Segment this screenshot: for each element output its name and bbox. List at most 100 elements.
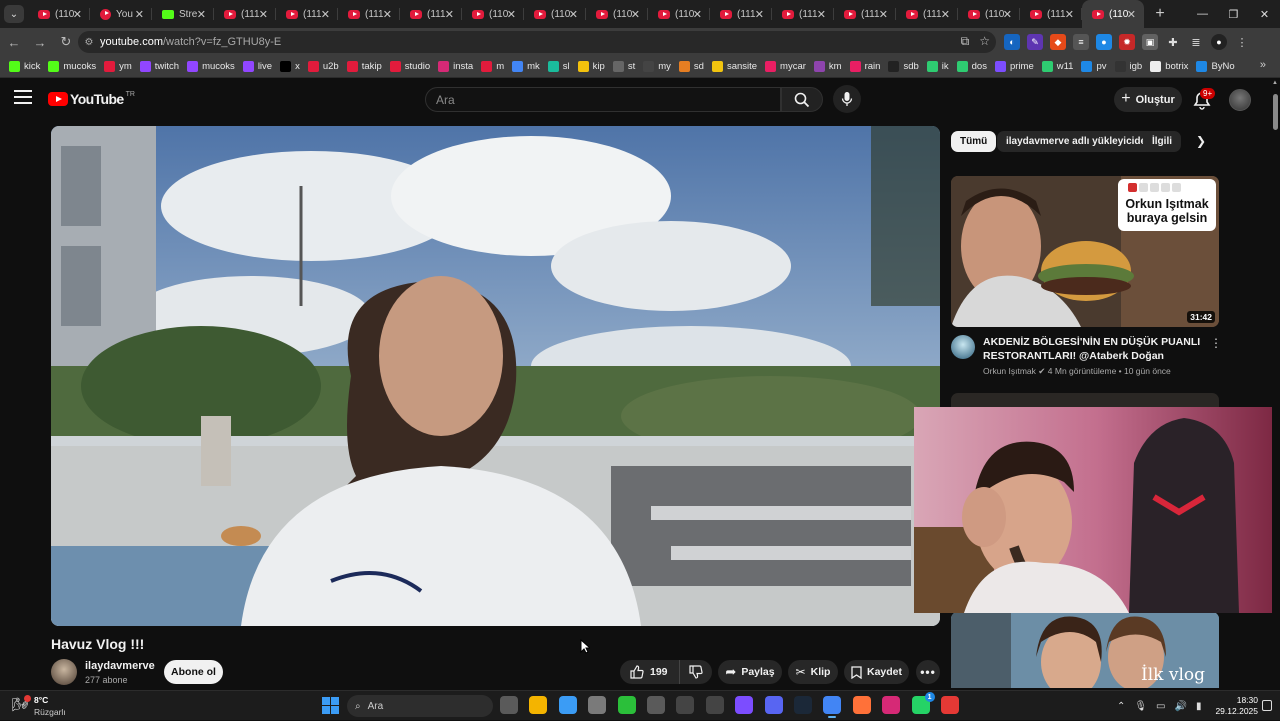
bookmark-item[interactable]: takip — [344, 58, 385, 76]
filter-chip[interactable]: Tümü — [951, 131, 997, 152]
recommendation-thumbnail-partial[interactable] — [951, 393, 1219, 407]
extension-blue-icon[interactable]: ◐ — [1004, 34, 1020, 50]
more-actions-button[interactable]: ••• — [916, 660, 940, 684]
browser-tab[interactable]: (111 ✕ — [214, 0, 276, 28]
browser-tab[interactable]: Stre ✕ — [152, 0, 214, 28]
bookmark-item[interactable]: sl — [545, 58, 573, 76]
razer-icon[interactable] — [617, 696, 636, 714]
browser-tab[interactable]: (111 ✕ — [338, 0, 400, 28]
bookmark-item[interactable]: sd — [676, 58, 707, 76]
app-purple-icon[interactable] — [735, 696, 754, 714]
close-window-icon[interactable]: ✕ — [1249, 0, 1280, 28]
voice-search-button[interactable] — [833, 85, 861, 113]
network-icon[interactable]: ▭ — [1156, 701, 1165, 712]
tab-close-icon[interactable]: ✕ — [445, 8, 454, 21]
bookmark-item[interactable]: live — [240, 58, 275, 76]
browser-tab[interactable]: (111 ✕ — [276, 0, 338, 28]
discord-icon[interactable] — [764, 696, 783, 714]
browser-tab[interactable]: (111 ✕ — [710, 0, 772, 28]
guide-menu-icon[interactable] — [14, 90, 32, 104]
profile-icon[interactable]: ● — [1211, 34, 1227, 50]
video-player[interactable] — [51, 126, 940, 626]
battery-icon[interactable]: ▮ — [1196, 701, 1202, 712]
bookmark-item[interactable]: dos — [954, 58, 990, 76]
bookmark-item[interactable]: rain — [847, 58, 884, 76]
file-explorer-icon[interactable] — [529, 696, 548, 714]
more-options-icon[interactable]: ⋮ — [1210, 336, 1222, 350]
bookmark-item[interactable]: botrix — [1147, 58, 1191, 76]
taskbar-search-input[interactable]: ⌕ Ara — [347, 695, 493, 717]
chrome-icon[interactable] — [823, 696, 842, 718]
bookmark-item[interactable]: m — [478, 58, 507, 76]
bookmark-item[interactable]: sansite — [709, 58, 760, 76]
maximize-icon[interactable]: ❐ — [1218, 0, 1249, 28]
dislike-button[interactable] — [680, 665, 712, 679]
extension-car-icon[interactable]: ▣ — [1142, 34, 1158, 50]
bookmark-item[interactable]: mycar — [762, 58, 809, 76]
browser-tab[interactable]: You ✕ — [90, 0, 152, 28]
tab-close-icon[interactable]: ✕ — [1003, 8, 1012, 21]
browser-tab[interactable]: (111 ✕ — [896, 0, 958, 28]
browser-tab[interactable]: (110 ✕ — [958, 0, 1020, 28]
channel-avatar[interactable] — [51, 659, 77, 685]
youtube-logo[interactable]: YouTube TR — [48, 91, 135, 107]
account-avatar[interactable] — [1229, 89, 1251, 111]
bookmark-item[interactable]: mucoks — [184, 58, 238, 76]
new-tab-button[interactable]: + — [1148, 5, 1172, 23]
settings-icon[interactable] — [588, 696, 607, 714]
tab-close-icon[interactable]: ✕ — [197, 8, 206, 21]
tab-close-icon[interactable]: ✕ — [383, 8, 392, 21]
bookmark-item[interactable]: igb — [1112, 58, 1146, 76]
browser-tab[interactable]: (110 ✕ — [648, 0, 710, 28]
browser-tab[interactable]: (110 ✕ — [462, 0, 524, 28]
browser-tab[interactable]: (111 ✕ — [1020, 0, 1082, 28]
bookmark-item[interactable]: ik — [924, 58, 952, 76]
channel-name[interactable]: ilaydavmerve — [85, 660, 155, 672]
tab-close-icon[interactable]: ✕ — [631, 8, 640, 21]
tab-close-icon[interactable]: ✕ — [693, 8, 702, 21]
windows-start-icon[interactable] — [322, 697, 339, 714]
epic-icon[interactable] — [676, 696, 695, 714]
bookmark-item[interactable]: u2b — [305, 58, 342, 76]
back-icon[interactable]: ← — [2, 30, 26, 54]
bookmark-item[interactable]: mk — [509, 58, 543, 76]
share-button[interactable]: ➦ Paylaş — [718, 660, 782, 684]
bookmark-item[interactable]: twitch — [137, 58, 182, 76]
firefox-icon[interactable] — [852, 696, 871, 714]
tab-close-icon[interactable]: ✕ — [1127, 8, 1136, 21]
tab-close-icon[interactable]: ✕ — [321, 8, 330, 21]
site-info-icon[interactable]: ⚙ — [78, 37, 100, 48]
xbox-icon[interactable] — [647, 696, 665, 714]
browser-tab[interactable]: (111 ✕ — [834, 0, 896, 28]
extension-gear-icon[interactable]: ✹ — [1119, 34, 1135, 50]
chevron-right-icon[interactable]: ❯ — [1196, 134, 1212, 150]
bookmark-item[interactable]: ym — [101, 58, 135, 76]
extension-pen-icon[interactable]: ✎ — [1027, 34, 1043, 50]
browser-menu-icon[interactable]: ⋮ — [1234, 34, 1250, 50]
tab-close-icon[interactable]: ✕ — [879, 8, 888, 21]
instagram-icon[interactable] — [882, 696, 901, 714]
extensions-puzzle-icon[interactable]: ✚ — [1165, 34, 1181, 50]
microphone-icon[interactable]: 🎙 — [1134, 701, 1147, 712]
tab-close-icon[interactable]: ✕ — [941, 8, 950, 21]
scroll-up-icon[interactable]: ▲ — [1272, 80, 1278, 86]
browser-tab[interactable]: (111 ✕ — [400, 0, 462, 28]
reload-icon[interactable]: ↻ — [54, 30, 78, 54]
create-button[interactable]: + Oluştur — [1114, 87, 1182, 112]
whatsapp-icon[interactable]: 1 — [911, 692, 935, 714]
browser-tab[interactable]: (110 ✕ — [28, 0, 90, 28]
tab-close-icon[interactable]: ✕ — [507, 8, 516, 21]
bookmark-item[interactable]: st — [610, 58, 638, 76]
bookmark-item[interactable]: km — [811, 58, 845, 76]
recommendation-channel-avatar[interactable] — [951, 335, 975, 359]
weather-description[interactable]: Rüzgarlı — [34, 707, 66, 717]
forward-icon[interactable]: → — [28, 30, 52, 54]
tab-close-icon[interactable]: ✕ — [259, 8, 268, 21]
bookmark-item[interactable]: w11 — [1039, 58, 1077, 76]
bookmark-item[interactable]: kip — [575, 58, 608, 76]
bookmark-star-icon[interactable]: ☆ — [979, 34, 990, 49]
browser-tab[interactable]: (111 ✕ — [772, 0, 834, 28]
extension-globe-icon[interactable]: ● — [1096, 34, 1112, 50]
browser-tab[interactable]: (110 ✕ — [586, 0, 648, 28]
steam-icon[interactable] — [794, 696, 812, 714]
